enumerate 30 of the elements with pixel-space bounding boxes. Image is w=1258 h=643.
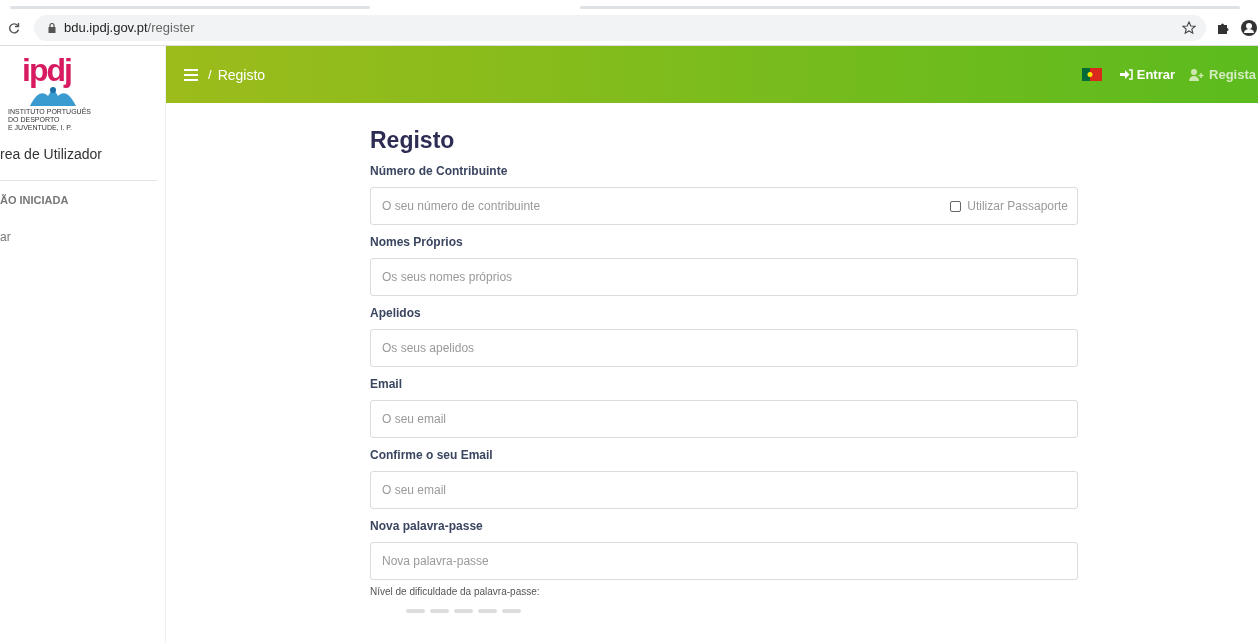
field-label: Confirme o seu Email xyxy=(370,448,494,462)
input-field[interactable]: O seu email xyxy=(370,471,1078,509)
input-field[interactable]: Os seus nomes próprios xyxy=(370,258,1078,296)
breadcrumb-separator: / xyxy=(208,67,212,82)
input-field[interactable]: O seu email xyxy=(370,400,1078,438)
add-user-icon xyxy=(1189,68,1206,81)
url-text: bdu.ipdj.gov.pt/register xyxy=(64,20,195,35)
sign-in-icon xyxy=(1119,69,1133,80)
login-link[interactable]: Entrar xyxy=(1119,67,1176,82)
lock-icon xyxy=(48,22,56,33)
page-title: Registo xyxy=(370,127,456,154)
field-label: Apelidos xyxy=(370,306,422,320)
field-label: Email xyxy=(370,377,403,391)
profile-icon[interactable] xyxy=(1240,18,1258,37)
sidebar-section-heading: ÃO INICIADA xyxy=(0,180,157,206)
strength-label: Nível de dificuldade da palavra-passe: xyxy=(370,586,541,597)
breadcrumb: Registo xyxy=(217,66,266,83)
sidebar-title: rea de Utilizador xyxy=(0,146,103,162)
input-field[interactable]: Os seus apelidos xyxy=(370,329,1078,367)
field-label: Nova palavra-passe xyxy=(370,519,484,533)
field-label: Nomes Próprios xyxy=(370,235,464,249)
passport-checkbox[interactable]: Utilizar Passaporte xyxy=(950,199,1068,213)
flag-icon[interactable] xyxy=(1081,68,1102,81)
address-bar[interactable]: bdu.ipdj.gov.pt/register xyxy=(34,14,1206,41)
input-field[interactable]: Nova palavra-passe xyxy=(370,542,1078,580)
field-label: Número de Contribuinte xyxy=(370,164,509,178)
star-icon[interactable] xyxy=(1182,20,1196,35)
sidebar-item[interactable]: ar xyxy=(0,230,165,244)
register-link[interactable]: Regista xyxy=(1189,67,1256,82)
reload-icon[interactable] xyxy=(8,21,20,34)
